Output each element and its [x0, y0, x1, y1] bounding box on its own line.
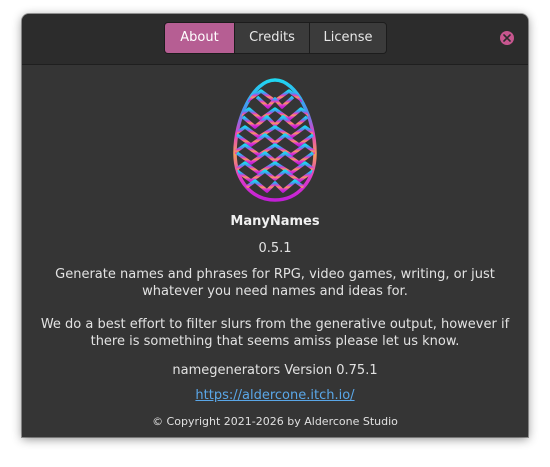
- app-description: Generate names and phrases for RPG, vide…: [55, 267, 495, 299]
- about-content: ManyNames 0.5.1 Generate names and phras…: [22, 65, 528, 437]
- close-button[interactable]: [500, 31, 514, 45]
- about-dialog: About Credits License ManyNames 0.5.1 Ge…: [22, 14, 528, 437]
- tab-credits[interactable]: Credits: [235, 23, 310, 53]
- copyright: © Copyright 2021-2026 by Aldercone Studi…: [152, 415, 398, 428]
- tab-switcher: About Credits License: [164, 22, 387, 54]
- close-icon: [503, 34, 511, 42]
- tab-license[interactable]: License: [310, 23, 386, 53]
- app-name: ManyNames: [230, 214, 320, 229]
- website-link[interactable]: https://aldercone.itch.io/: [195, 388, 354, 403]
- app-logo-icon: [233, 78, 317, 202]
- tab-about[interactable]: About: [165, 23, 235, 53]
- library-version: namegenerators Version 0.75.1: [172, 363, 378, 378]
- content-filter-note: We do a best effort to filter slurs from…: [40, 317, 510, 349]
- website-link-row: https://aldercone.itch.io/: [22, 388, 528, 403]
- dialog-header: About Credits License: [22, 14, 528, 65]
- app-version: 0.5.1: [258, 241, 292, 256]
